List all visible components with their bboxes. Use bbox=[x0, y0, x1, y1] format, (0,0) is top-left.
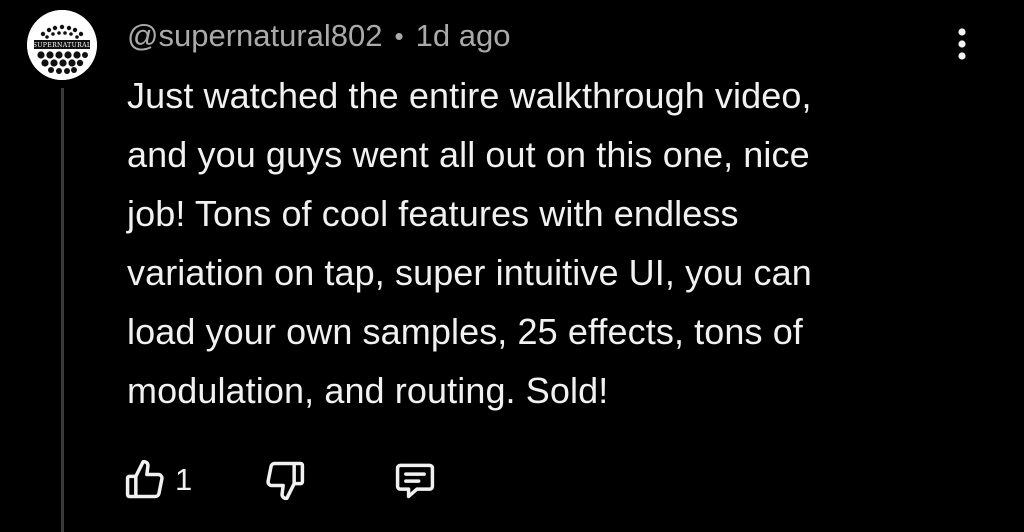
svg-text:SUPERNATURAL: SUPERNATURAL bbox=[33, 42, 92, 49]
timestamp[interactable]: 1d ago bbox=[416, 18, 511, 54]
thumbs-up-icon bbox=[125, 459, 164, 499]
dislike-button[interactable] bbox=[263, 458, 393, 502]
like-count: 1 bbox=[175, 462, 193, 497]
thread-line bbox=[61, 88, 64, 532]
reply-comment-icon bbox=[395, 463, 435, 499]
meta-separator: • bbox=[394, 20, 404, 51]
comment-card: SUPERNATURAL @supernatural802 • 1d ago J… bbox=[0, 0, 1024, 532]
thumbs-down-icon bbox=[266, 461, 305, 501]
supernatural-logo: SUPERNATURAL bbox=[27, 10, 97, 80]
more-vertical-icon bbox=[958, 28, 966, 60]
reply-button[interactable] bbox=[393, 458, 443, 502]
comment-header: @supernatural802 • 1d ago bbox=[127, 14, 510, 58]
author-handle[interactable]: @supernatural802 bbox=[127, 18, 383, 54]
comment-actions: 1 bbox=[123, 456, 443, 504]
more-options-button[interactable] bbox=[948, 24, 976, 64]
comment-text: Just watched the entire walkthrough vide… bbox=[127, 75, 812, 411]
like-button[interactable]: 1 bbox=[123, 458, 263, 502]
avatar[interactable]: SUPERNATURAL bbox=[27, 10, 97, 80]
